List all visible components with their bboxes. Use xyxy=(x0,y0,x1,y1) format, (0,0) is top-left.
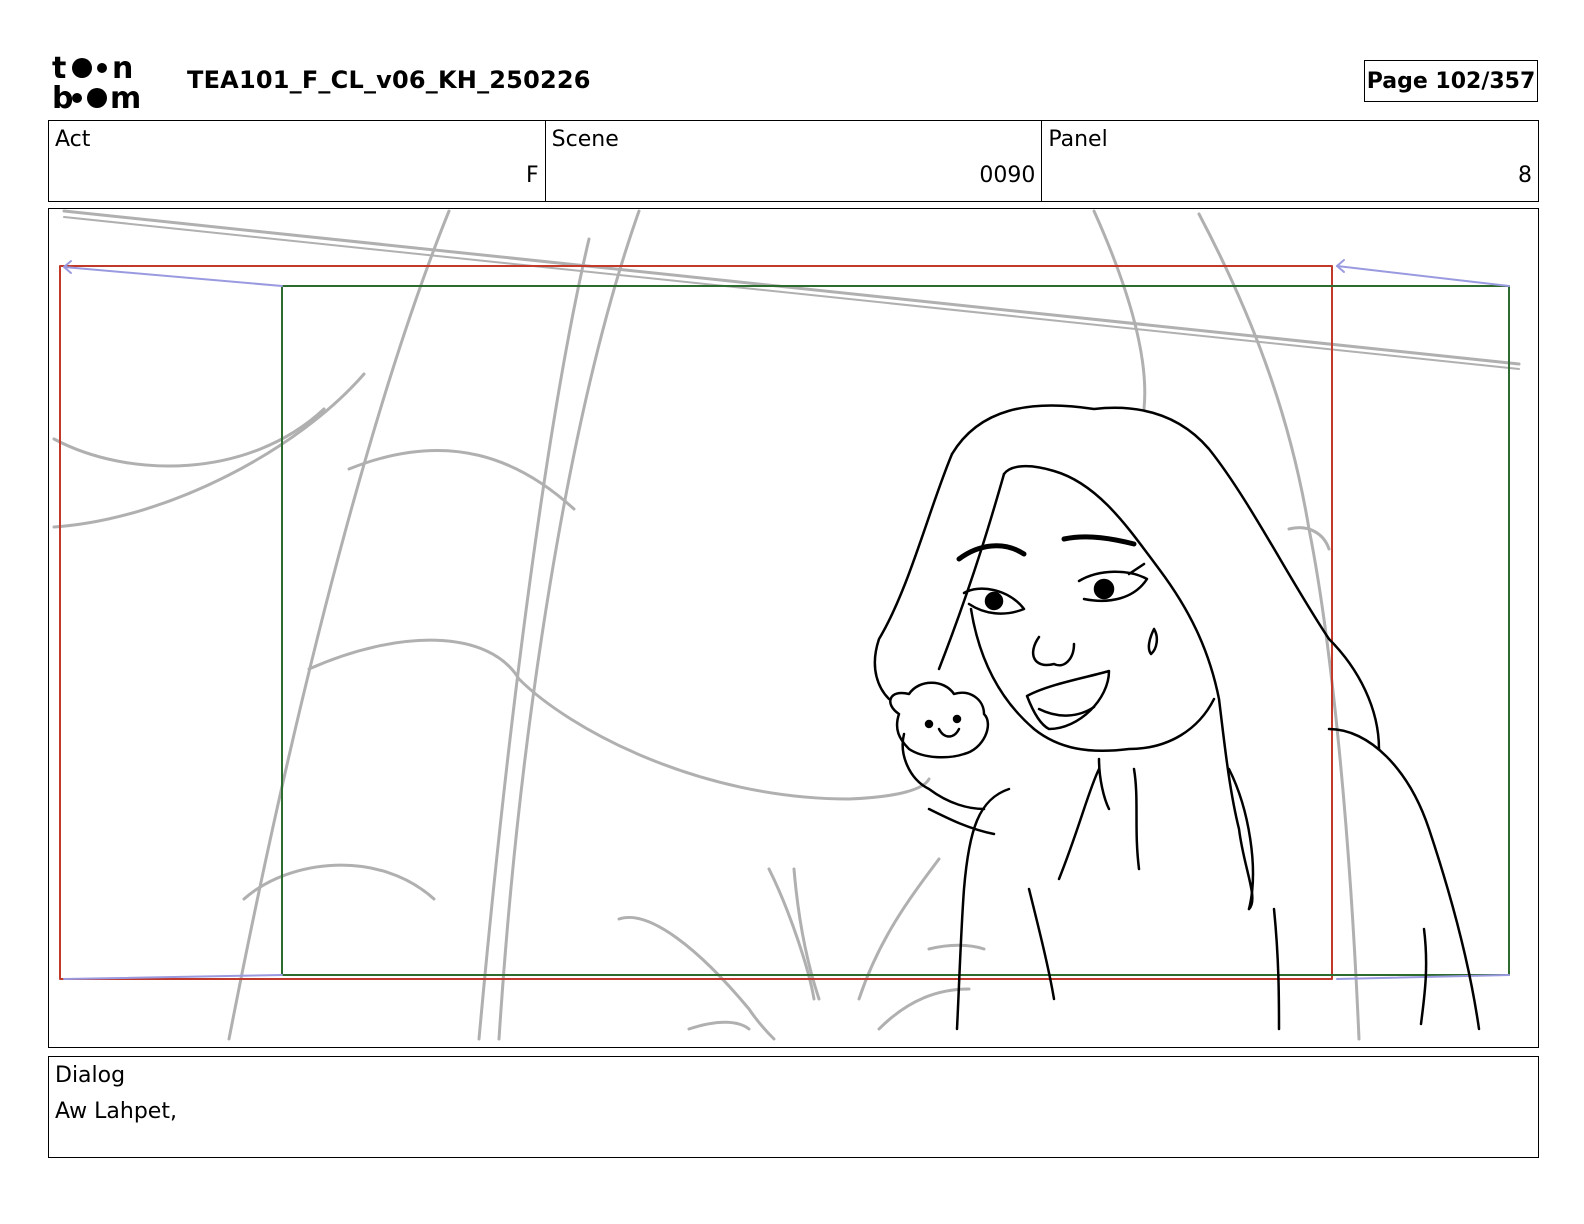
dialog-box: Dialog Aw Lahpet, xyxy=(48,1056,1539,1158)
panel-value: 8 xyxy=(1518,163,1533,188)
svg-text:m: m xyxy=(110,81,141,110)
info-row: Act F Scene 0090 Panel 8 xyxy=(48,120,1539,202)
svg-text:b: b xyxy=(52,81,73,110)
scene-label: Scene xyxy=(551,127,619,152)
storyboard-panel xyxy=(48,208,1539,1048)
panel-cell: Panel 8 xyxy=(1042,121,1538,201)
page-indicator: Page 102/357 xyxy=(1364,60,1538,102)
background-rough-lines xyxy=(52,209,1521,1041)
dialog-label: Dialog xyxy=(55,1063,126,1088)
panel-label: Panel xyxy=(1048,127,1108,152)
character-ink xyxy=(873,404,1481,1031)
scene-cell: Scene 0090 xyxy=(546,121,1043,201)
safe-frame xyxy=(59,265,1333,980)
dialog-text: Aw Lahpet, xyxy=(55,1099,177,1124)
document-title: TEA101_F_CL_v06_KH_250226 xyxy=(187,66,591,94)
scene-value: 0090 xyxy=(979,163,1036,188)
motion-arrows xyxy=(63,259,1510,980)
act-label: Act xyxy=(55,127,91,152)
act-value: F xyxy=(526,163,539,188)
toon-boom-logo: t n b m xyxy=(52,51,164,116)
panel-sketch xyxy=(52,209,1521,1041)
act-cell: Act F xyxy=(49,121,546,201)
